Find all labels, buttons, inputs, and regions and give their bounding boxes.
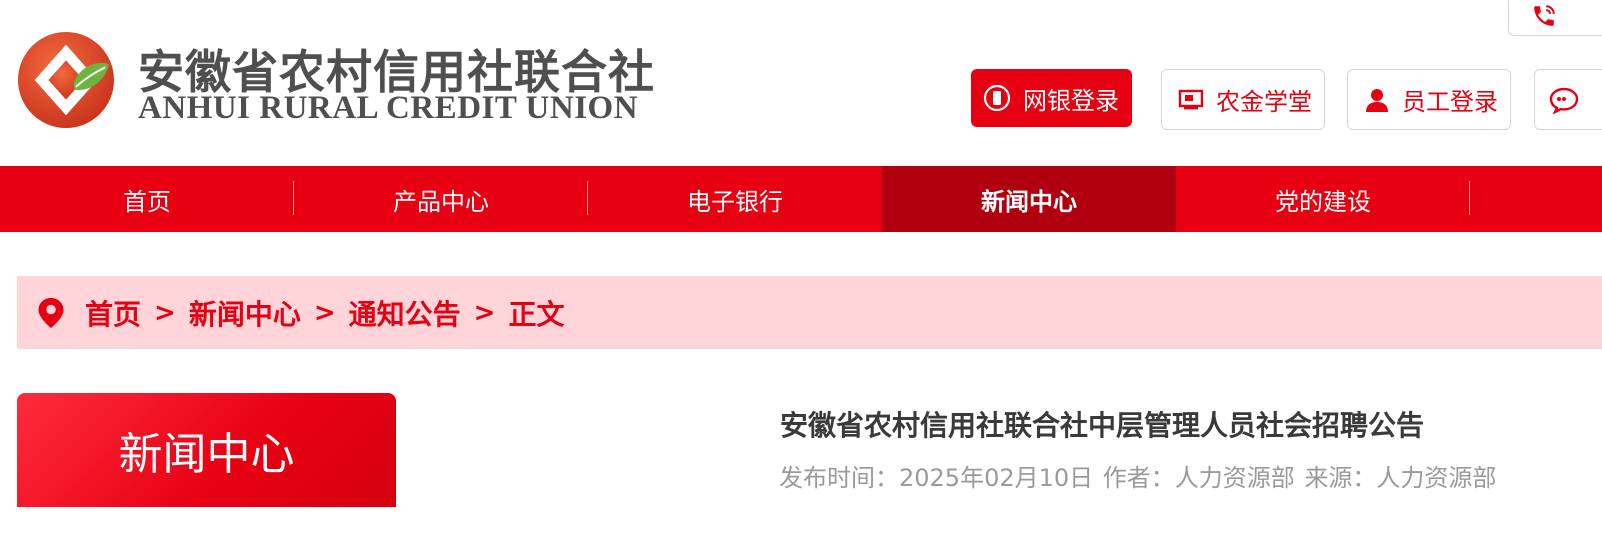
card-icon: [983, 84, 1011, 112]
leaf-diamond-logo-icon[interactable]: [17, 31, 115, 129]
chat-button[interactable]: [1534, 69, 1602, 130]
logo-english-name: ANHUI RURAL CREDIT UNION: [138, 90, 639, 126]
nav-item-label: 电子银行: [687, 187, 783, 216]
nav-item-label: 党的建设: [1275, 187, 1371, 216]
nav-item-label: 首页: [123, 187, 171, 216]
breadcrumb-separator: >: [154, 297, 176, 328]
nav-item-home[interactable]: 首页: [0, 166, 294, 232]
main-nav: 首页 产品中心 电子银行 新闻中心 党的建设: [0, 166, 1602, 232]
staff-login-label: 员工登录: [1402, 88, 1498, 116]
nav-item-products[interactable]: 产品中心: [294, 166, 588, 232]
breadcrumb-home-link[interactable]: 首页: [85, 293, 141, 333]
nav-item-label: 新闻中心: [981, 187, 1077, 216]
nav-item-ebanking[interactable]: 电子银行: [588, 166, 882, 232]
finance-school-button[interactable]: 农金学堂: [1161, 69, 1325, 130]
monitor-icon: [1178, 89, 1204, 111]
location-pin-icon: [37, 297, 65, 329]
finance-school-label: 农金学堂: [1216, 88, 1312, 116]
breadcrumb-news-link[interactable]: 新闻中心: [189, 293, 301, 333]
breadcrumb-separator: >: [473, 297, 496, 328]
breadcrumb: 首页 > 新闻中心 > 通知公告 > 正文: [17, 276, 1602, 349]
sidebar-title: 新闻中心: [17, 393, 396, 507]
phone-icon: [1534, 5, 1555, 26]
nav-item-label: 产品中心: [393, 187, 489, 216]
person-icon: [1364, 87, 1390, 113]
breadcrumb-notices-link[interactable]: 通知公告: [349, 293, 461, 333]
ebank-login-label: 网银登录: [1023, 86, 1119, 115]
breadcrumb-current: 正文: [508, 297, 565, 331]
nav-item-news[interactable]: 新闻中心: [882, 166, 1176, 232]
article-source: 来源：人力资源部: [1304, 464, 1497, 492]
phone-tab[interactable]: [1508, 0, 1602, 36]
chat-icon: [1549, 86, 1579, 114]
nav-item-party[interactable]: 党的建设: [1176, 166, 1470, 232]
nav-item-more[interactable]: [1470, 166, 1602, 232]
staff-login-button[interactable]: 员工登录: [1347, 69, 1511, 130]
ebank-login-button[interactable]: 网银登录: [971, 69, 1132, 127]
breadcrumb-separator: >: [313, 297, 336, 328]
article-meta: 发布时间：2025年02月10日 作者：人力资源部 来源：人力资源部: [779, 458, 1498, 493]
article-author: 作者：人力资源部: [1102, 464, 1295, 492]
site-header: 安徽省农村信用社联合社 ANHUI RURAL CREDIT UNION 网银登…: [0, 0, 1602, 166]
article-title: 安徽省农村信用社联合社中层管理人员社会招聘公告: [780, 409, 1425, 442]
article-publish-time: 发布时间：2025年02月10日: [779, 464, 1094, 492]
page: 安徽省农村信用社联合社 ANHUI RURAL CREDIT UNION 网银登…: [0, 0, 1602, 542]
